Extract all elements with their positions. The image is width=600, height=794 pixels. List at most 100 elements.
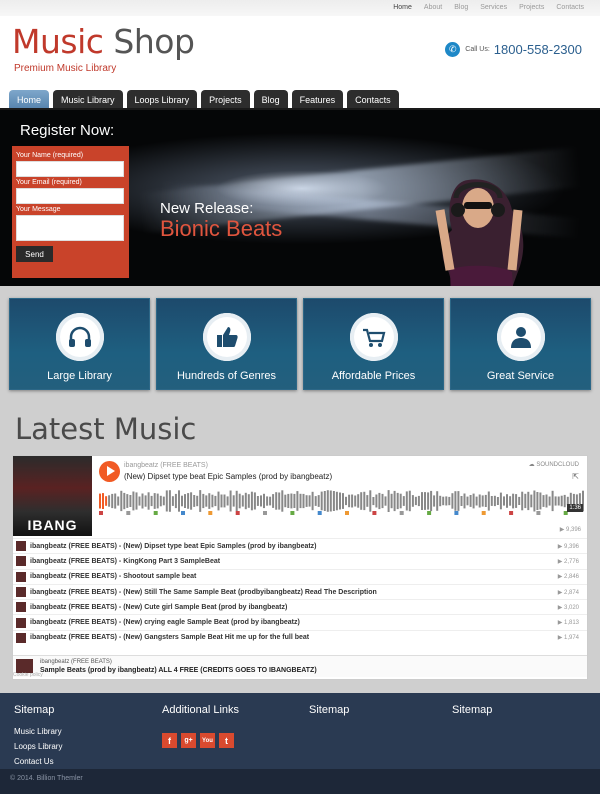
track-row[interactable]: ibangbeatz (FREE BEATS) - KingKong Part … <box>13 553 587 568</box>
waveform-bar <box>193 495 196 507</box>
track-row[interactable]: ibangbeatz (FREE BEATS) - (New) Cute gir… <box>13 599 587 614</box>
waveform-bar <box>272 494 275 508</box>
track-row-title: ibangbeatz (FREE BEATS) - (New) Dipset t… <box>30 542 317 550</box>
nav-music-library[interactable]: Music Library <box>53 90 123 110</box>
nav-blog[interactable]: Blog <box>253 90 288 110</box>
comment-avatar <box>427 511 432 515</box>
play-count-value: 9,396 <box>565 527 581 533</box>
google-plus-icon[interactable]: g+ <box>181 733 196 748</box>
send-button[interactable]: Send <box>16 246 53 262</box>
cookie-policy-link[interactable]: Cookie policy <box>13 672 43 678</box>
waveform-bar <box>542 495 545 507</box>
track-row[interactable]: ibangbeatz (FREE BEATS) - Shootout sampl… <box>13 568 587 584</box>
feature-prices[interactable]: Affordable Prices <box>303 298 444 390</box>
toplink-services[interactable]: Services <box>480 4 507 11</box>
waveform-bar <box>448 496 451 506</box>
track-row[interactable]: ibangbeatz (FREE BEATS) - (New) Still Th… <box>13 583 587 599</box>
waveform-bar <box>378 492 381 510</box>
waveform-bar <box>472 493 475 509</box>
track-row[interactable]: ibangbeatz (FREE BEATS) - (New) Gangster… <box>13 629 587 645</box>
feature-genres[interactable]: Hundreds of Genres <box>156 298 297 390</box>
waveform-bar <box>311 491 314 511</box>
waveform-bar <box>509 496 512 506</box>
waveform-bar <box>436 491 439 511</box>
site-logo[interactable]: Music Shop <box>12 24 195 60</box>
message-field[interactable] <box>16 215 124 241</box>
soundcloud-widget: IBANG ibangbeatz (FREE BEATS) (New) Dips… <box>12 455 588 680</box>
waveform-bar <box>244 492 247 510</box>
track-artist[interactable]: ibangbeatz (FREE BEATS) <box>124 462 208 469</box>
track-thumbnail <box>16 541 26 552</box>
soundcloud-logo[interactable]: ☁ SOUNDCLOUD <box>529 461 579 468</box>
waveform-bar <box>305 495 308 507</box>
waveform-bar <box>135 492 138 510</box>
nav-features[interactable]: Features <box>291 90 344 110</box>
track-row-plays-value: 9,396 <box>563 543 579 550</box>
waveform-bar <box>178 490 180 512</box>
waveform-bar <box>205 495 208 507</box>
nav-projects[interactable]: Projects <box>201 90 250 110</box>
toplink-blog[interactable]: Blog <box>454 4 468 11</box>
bottom-artist: ibangbeatz (FREE BEATS) <box>40 659 112 665</box>
waveform-bar <box>241 495 244 507</box>
email-field[interactable] <box>16 188 124 204</box>
waveform-bar <box>399 493 402 509</box>
track-list: ibangbeatz (FREE BEATS) - (New) Dipset t… <box>13 538 587 645</box>
toplink-about[interactable]: About <box>424 4 442 11</box>
thumbnail <box>16 659 33 673</box>
track-row-title: ibangbeatz (FREE BEATS) - (New) Still Th… <box>30 588 377 596</box>
track-row[interactable]: ibangbeatz (FREE BEATS) - (New) crying e… <box>13 614 587 629</box>
waveform-bar <box>384 496 387 506</box>
waveform-bar <box>187 493 190 509</box>
footer-link-contact-us[interactable]: Contact Us <box>14 757 62 766</box>
waveform-bar <box>132 491 135 511</box>
twitter-icon[interactable]: t <box>219 733 234 748</box>
waveform-bar <box>138 496 141 506</box>
waveform-bar <box>342 493 344 509</box>
comment-avatar <box>290 511 295 515</box>
comment-avatar <box>372 511 377 515</box>
waveform-bar <box>539 492 542 510</box>
waveform-bar <box>260 495 262 507</box>
top-links-bar: Home About Blog Services Projects Contac… <box>0 0 600 16</box>
now-playing-bar[interactable]: ibangbeatz (FREE BEATS) Sample Beats (pr… <box>13 655 587 677</box>
footer-link-music-library[interactable]: Music Library <box>14 727 62 736</box>
track-row-plays-value: 2,776 <box>563 558 579 565</box>
toplink-home[interactable]: Home <box>393 4 412 11</box>
track-row-plays: ▶ 9,396 <box>557 543 579 550</box>
waveform-bar <box>214 495 217 507</box>
footer-col-sitemap-2: Sitemap <box>309 704 349 716</box>
track-thumbnail <box>16 587 26 598</box>
call-label: Call Us: <box>465 46 490 53</box>
waveform-bar <box>162 496 165 506</box>
footer-link-loops-library[interactable]: Loops Library <box>14 742 62 751</box>
waveform-bar <box>430 490 433 512</box>
comment-avatar <box>181 511 185 515</box>
toplink-projects[interactable]: Projects <box>519 4 544 11</box>
waveform-bar <box>329 490 332 512</box>
name-field[interactable] <box>16 161 124 177</box>
hero-banner: Register Now: Your Name (required) Your … <box>0 110 600 286</box>
waveform[interactable] <box>99 488 585 518</box>
track-row[interactable]: ibangbeatz (FREE BEATS) - (New) Dipset t… <box>13 538 587 553</box>
play-button[interactable] <box>99 461 120 482</box>
footer-col-additional: Additional Links f g+ You t <box>162 704 239 748</box>
phone-number[interactable]: 1800-558-2300 <box>494 42 582 57</box>
waveform-bar <box>533 490 536 512</box>
nav-loops-library[interactable]: Loops Library <box>126 90 198 110</box>
nav-home[interactable]: Home <box>9 90 50 110</box>
toplink-contacts[interactable]: Contacts <box>556 4 584 11</box>
share-icon[interactable]: ⇱ <box>572 472 579 481</box>
youtube-icon[interactable]: You <box>200 733 215 748</box>
waveform-bar <box>357 494 360 508</box>
waveform-bar <box>366 495 369 507</box>
waveform-bar <box>457 491 460 511</box>
nav-contacts[interactable]: Contacts <box>347 90 399 110</box>
waveform-bar <box>293 493 296 508</box>
facebook-icon[interactable]: f <box>162 733 177 748</box>
feature-large-library[interactable]: Large Library <box>9 298 150 390</box>
feature-service[interactable]: Great Service <box>450 298 591 390</box>
waveform-bar <box>427 492 430 510</box>
track-title[interactable]: (New) Dipset type beat Epic Samples (pro… <box>124 472 332 481</box>
waveform-bar <box>208 493 211 509</box>
